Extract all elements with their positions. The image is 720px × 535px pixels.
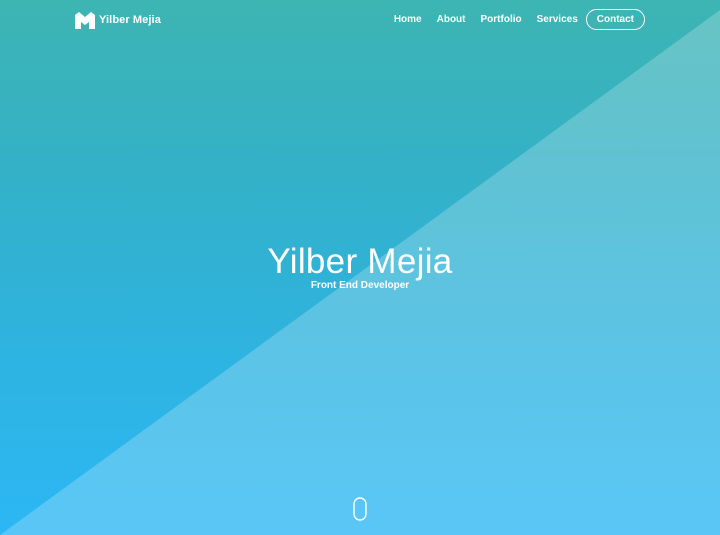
- hero-section: Yilber Mejia Home About Portfolio Servic…: [0, 0, 720, 535]
- nav-links: Home About Portfolio Services Contact: [394, 8, 645, 30]
- contact-button[interactable]: Contact: [585, 8, 645, 30]
- m-logo-icon: [75, 11, 95, 29]
- brand-name: Yilber Mejia: [99, 14, 161, 26]
- nav-link-about[interactable]: About: [437, 14, 466, 25]
- nav-link-home[interactable]: Home: [394, 14, 422, 25]
- hero-title: Yilber Mejia: [267, 242, 453, 281]
- hero-subtitle: Front End Developer: [310, 280, 410, 291]
- mouse-scroll-icon[interactable]: [353, 497, 367, 521]
- hero-content: Yilber Mejia Front End Developer: [0, 240, 720, 292]
- nav-link-services[interactable]: Services: [537, 14, 578, 25]
- nav-link-portfolio[interactable]: Portfolio: [481, 14, 522, 25]
- brand[interactable]: Yilber Mejia: [75, 11, 161, 29]
- navbar: Yilber Mejia Home About Portfolio Servic…: [0, 0, 720, 38]
